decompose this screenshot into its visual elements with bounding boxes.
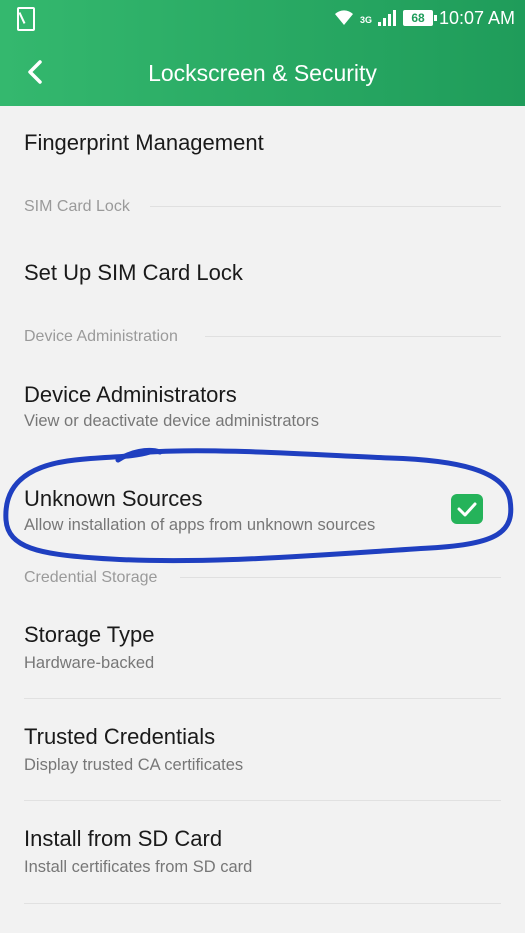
section-header-sim: SIM Card Lock [24,198,130,215]
item-title: Fingerprint Management [24,130,264,155]
trusted-credentials-item[interactable]: Trusted Credentials Display trusted CA c… [0,710,525,800]
unknown-sources-checkbox[interactable] [451,494,483,524]
item-title: Install from SD Card [24,826,223,851]
item-subtitle: Install certificates from SD card [24,858,253,876]
item-divider [24,800,501,801]
clock: 10:07 AM [438,8,515,28]
header-bar: 3G 68 10:07 AM Lockscreen & Security [0,0,525,106]
unknown-sources-item[interactable]: Unknown Sources Allow installation of ap… [0,472,525,542]
section-header-credential: Credential Storage [24,569,158,586]
storage-type-item[interactable]: Storage Type Hardware-backed [0,608,525,698]
section-divider [180,577,501,578]
item-divider [24,903,501,904]
fingerprint-management-item[interactable]: Fingerprint Management [0,106,525,190]
item-title: Storage Type [24,622,155,647]
item-subtitle: View or deactivate device administrators [24,412,320,430]
checkmark-icon [457,502,477,517]
item-title: Set Up SIM Card Lock [24,260,243,285]
item-title: Device Administrators [24,382,237,407]
sim-card-lock-item[interactable]: Set Up SIM Card Lock [0,236,525,320]
status-bar: 3G 68 10:07 AM [0,0,525,36]
item-subtitle: Hardware-backed [24,654,155,672]
item-subtitle: Display trusted CA certificates [24,756,244,774]
section-divider [205,336,501,337]
app-bar: Lockscreen & Security [0,40,525,106]
wifi-icon [335,10,353,25]
page-title: Lockscreen & Security [148,60,377,86]
install-from-sd-card-item[interactable]: Install from SD Card Install certificate… [0,812,525,902]
network-type: 3G [360,15,373,25]
item-subtitle: Allow installation of apps from unknown … [24,516,376,534]
signal-icon [378,10,396,26]
section-header-device-admin: Device Administration [24,328,178,345]
battery-indicator: 68 [403,10,437,26]
item-title: Trusted Credentials [24,724,216,749]
item-divider [24,698,501,699]
device-administrators-item[interactable]: Device Administrators View or deactivate… [0,370,525,438]
item-title: Unknown Sources [24,486,203,511]
section-divider [150,206,501,207]
sim-notification-icon [17,7,35,31]
